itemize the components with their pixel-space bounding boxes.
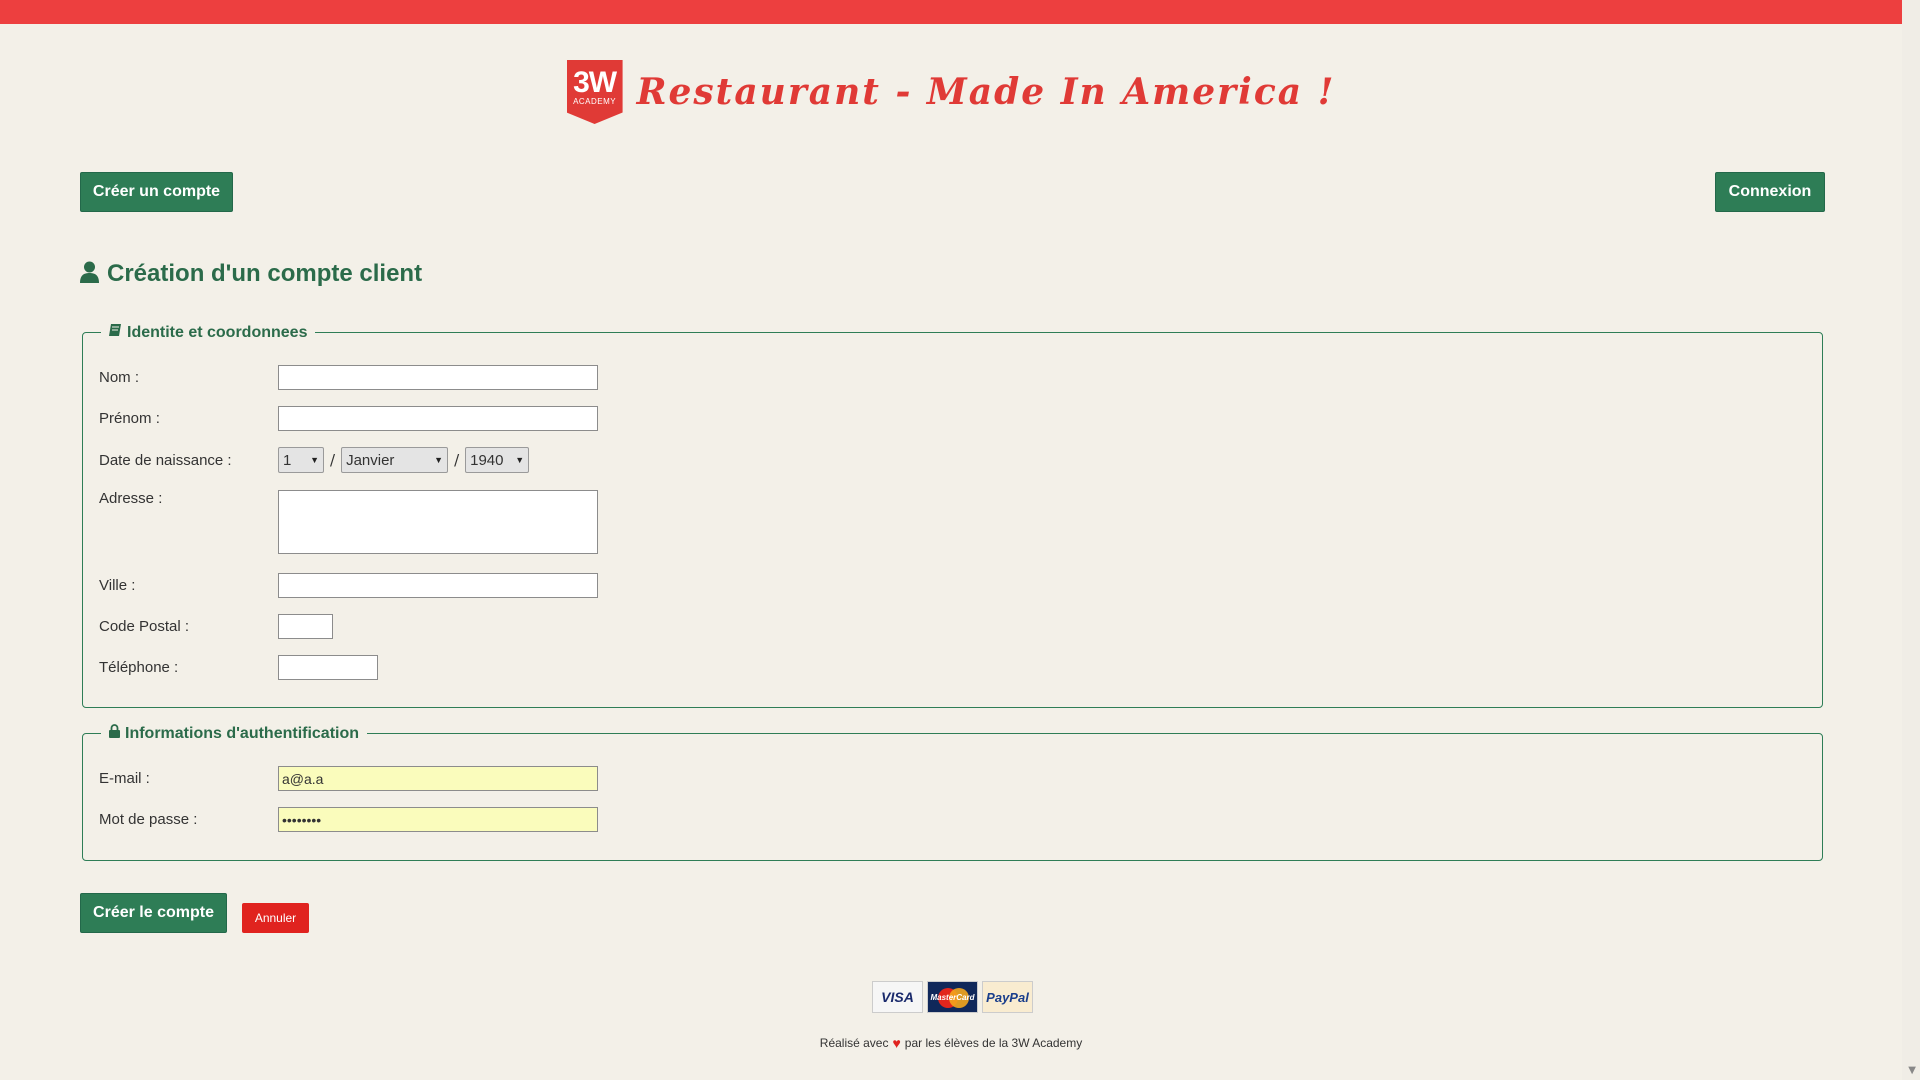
chevron-down-icon: ▼ bbox=[310, 455, 319, 465]
nom-input[interactable] bbox=[278, 365, 598, 390]
prenom-label: Prénom : bbox=[99, 410, 160, 427]
birthdate-row: Date de naissance : 1 ▼ / Janvier ▼ / 19… bbox=[99, 447, 530, 473]
birth-day-select[interactable]: 1 ▼ bbox=[278, 447, 324, 473]
nom-label: Nom : bbox=[99, 369, 140, 386]
code-postal-label: Code Postal : bbox=[99, 618, 190, 635]
telephone-input[interactable] bbox=[278, 655, 378, 680]
visa-logo: VISA bbox=[872, 981, 923, 1013]
logo-main-text: 3W bbox=[573, 66, 617, 99]
password-row: Mot de passe : •••••••• bbox=[99, 807, 598, 832]
site-header: 3W ACADEMY Restaurant - Made In America … bbox=[0, 60, 1902, 124]
scroll-down-icon[interactable]: ▼ bbox=[1908, 1065, 1916, 1076]
login-button[interactable]: Connexion bbox=[1715, 172, 1825, 212]
email-row: E-mail : a@a.a bbox=[99, 766, 598, 791]
birth-day-value: 1 bbox=[283, 451, 292, 469]
password-label: Mot de passe : bbox=[99, 811, 198, 828]
chevron-down-icon: ▼ bbox=[434, 455, 444, 465]
logo-sub-text: ACADEMY bbox=[573, 97, 617, 106]
nom-row: Nom : bbox=[99, 365, 598, 390]
heart-icon: ♥ bbox=[892, 1035, 901, 1051]
identity-legend-text: Identite et coordonnees bbox=[127, 323, 308, 341]
code-postal-input[interactable] bbox=[278, 614, 333, 639]
password-field[interactable]: •••••••• bbox=[278, 807, 598, 832]
chevron-down-icon: ▼ bbox=[515, 455, 525, 465]
paypal-logo: PayPal bbox=[982, 981, 1033, 1013]
top-accent-bar bbox=[0, 0, 1920, 24]
footer-text-after: par les élèves de la 3W Academy bbox=[904, 1036, 1083, 1050]
adresse-textarea[interactable] bbox=[278, 490, 598, 554]
auth-fieldset: Informations d'authentification bbox=[82, 724, 1823, 861]
birth-month-select[interactable]: Janvier ▼ bbox=[341, 447, 449, 473]
ville-label: Ville : bbox=[99, 577, 136, 594]
birth-year-value: 1940 bbox=[470, 451, 504, 469]
auth-legend: Informations d'authentification bbox=[101, 724, 368, 743]
email-label: E-mail : bbox=[99, 770, 150, 787]
logo[interactable]: 3W ACADEMY bbox=[566, 60, 623, 124]
footer-text-before: Réalisé avec bbox=[819, 1036, 889, 1050]
ville-row: Ville : bbox=[99, 573, 598, 598]
adresse-row: Adresse : bbox=[99, 490, 278, 507]
payment-methods: VISA MasterCard PayPal bbox=[872, 981, 1033, 1013]
telephone-label: Téléphone : bbox=[99, 659, 179, 676]
footer: Réalisé avec ♥ par les élèves de la 3W A… bbox=[0, 1035, 1902, 1051]
date-separator: / bbox=[330, 451, 336, 469]
create-account-button[interactable]: Créer un compte bbox=[80, 172, 233, 212]
page-heading-text: Création d'un compte client bbox=[107, 260, 423, 287]
cancel-button[interactable]: Annuler bbox=[242, 903, 309, 933]
birth-year-select[interactable]: 1940 ▼ bbox=[465, 447, 530, 473]
prenom-input[interactable] bbox=[278, 406, 598, 431]
submit-create-account-button[interactable]: Créer le compte bbox=[80, 893, 227, 933]
site-title: Restaurant - Made In America ! bbox=[636, 71, 1336, 113]
lock-icon bbox=[109, 724, 120, 743]
user-icon bbox=[80, 261, 99, 287]
adresse-label: Adresse : bbox=[99, 490, 163, 507]
book-icon bbox=[109, 323, 122, 342]
auth-legend-text: Informations d'authentification bbox=[125, 724, 360, 742]
scrollbar[interactable]: ▼ bbox=[1902, 0, 1920, 1080]
identity-legend: Identite et coordonnees bbox=[101, 323, 316, 342]
code-postal-row: Code Postal : bbox=[99, 614, 333, 639]
birthdate-label: Date de naissance : bbox=[99, 451, 232, 469]
date-separator: / bbox=[454, 451, 460, 469]
telephone-row: Téléphone : bbox=[99, 655, 378, 680]
mastercard-logo: MasterCard bbox=[927, 981, 978, 1013]
ville-input[interactable] bbox=[278, 573, 598, 598]
page-title: Création d'un compte client bbox=[80, 260, 422, 288]
mastercard-text: MasterCard bbox=[930, 992, 975, 1002]
email-field[interactable]: a@a.a bbox=[278, 766, 598, 791]
prenom-row: Prénom : bbox=[99, 406, 598, 431]
birth-month-value: Janvier bbox=[346, 451, 395, 469]
